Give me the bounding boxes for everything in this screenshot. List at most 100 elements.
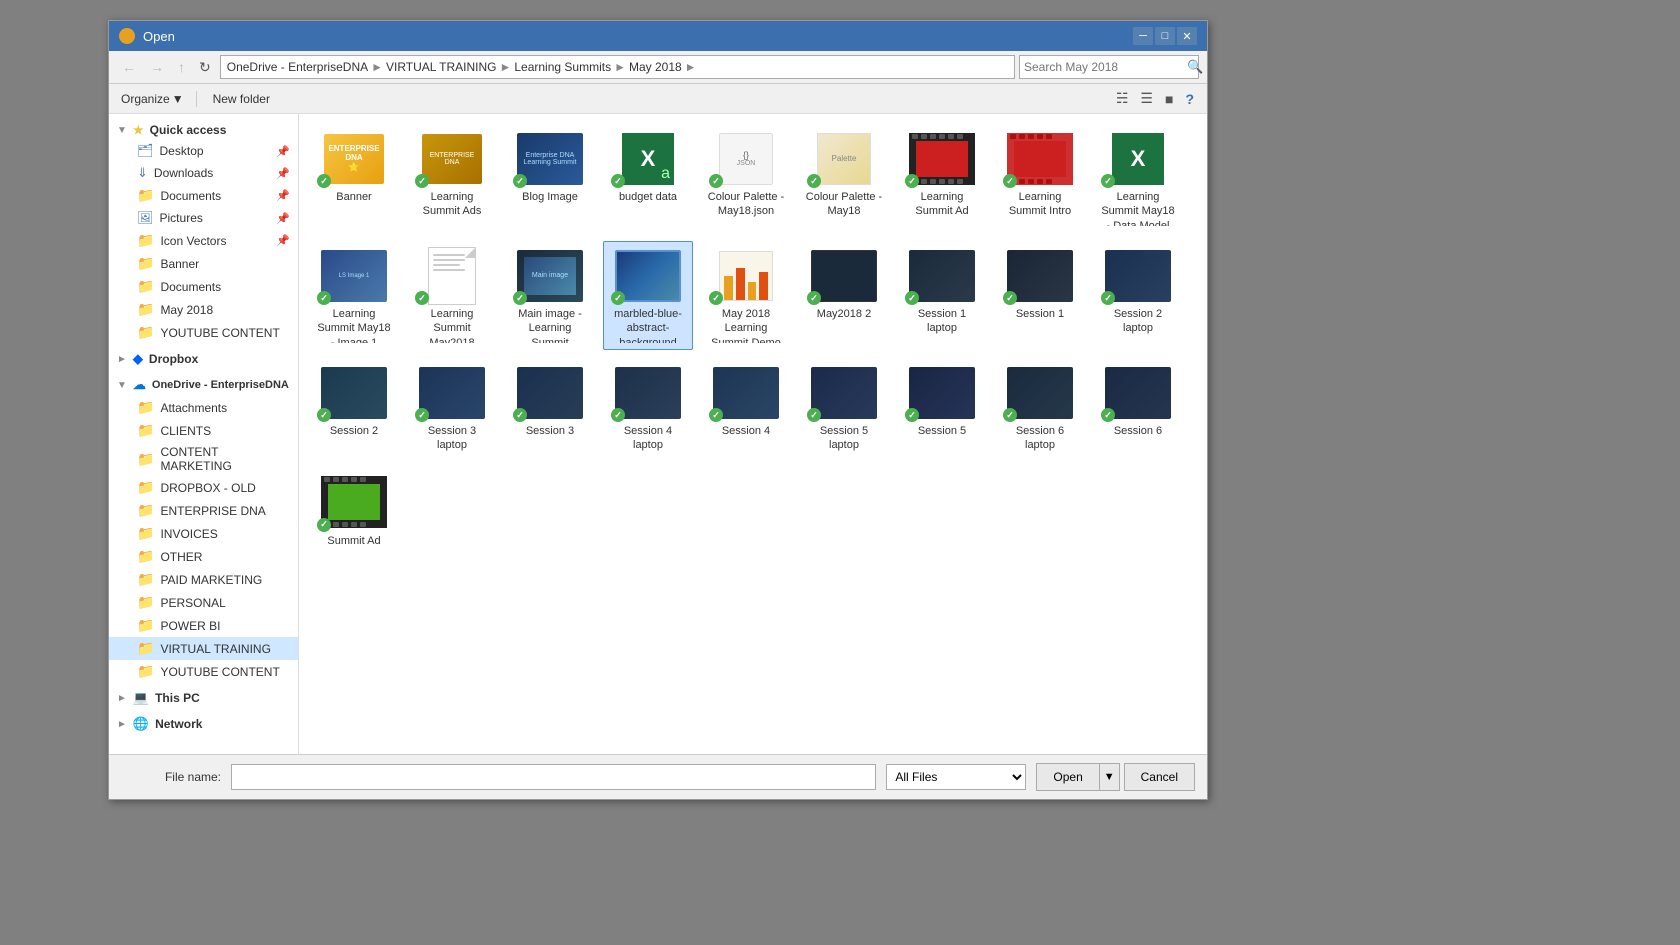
file-item-may2018-demo[interactable]: ✓ May 2018 Learning Summit Demo [701, 241, 791, 350]
help-button[interactable]: ? [1180, 88, 1199, 110]
file-item-session2-laptop[interactable]: ✓ Session 2 laptop [1093, 241, 1183, 350]
sidebar-desktop-label: Desktop [160, 144, 204, 158]
sidebar-item-enterprise-dna[interactable]: 📁 ENTERPRISE DNA [109, 499, 298, 522]
file-item-ls-datamodel[interactable]: X ✓ Learning Summit May18 - Data Model [1093, 124, 1183, 233]
file-item-session4-laptop[interactable]: ✓ Session 4 laptop [603, 358, 693, 460]
sidebar-item-dropbox-old[interactable]: 📁 DROPBOX - OLD [109, 476, 298, 499]
sync-badge-s5l: ✓ [807, 408, 821, 422]
breadcrumb[interactable]: OneDrive - EnterpriseDNA ► VIRTUAL TRAIN… [220, 55, 1015, 79]
sidebar-item-attachments[interactable]: 📁 Attachments [109, 396, 298, 419]
dropbox-header[interactable]: ► ◆ Dropbox [109, 348, 298, 370]
sidebar-item-icon-vectors[interactable]: 📁 Icon Vectors 📌 [109, 229, 298, 252]
sidebar-item-content-marketing[interactable]: 📁 CONTENT MARKETING [109, 442, 298, 476]
file-item-learning-summit-ads[interactable]: ENTERPRISEDNA ✓ Learning Summit Ads [407, 124, 497, 233]
file-item-budget[interactable]: X a ✓ budget data [603, 124, 693, 233]
network-header[interactable]: ► 🌐 Network [109, 713, 298, 735]
file-item-session1-laptop[interactable]: ✓ Session 1 laptop [897, 241, 987, 350]
pin-icon-doc: 📌 [276, 189, 290, 202]
new-folder-button[interactable]: New folder [205, 90, 278, 108]
sidebar-item-power-bi[interactable]: 📁 POWER BI [109, 614, 298, 637]
file-item-session4[interactable]: ✓ Session 4 [701, 358, 791, 460]
onedrive-header[interactable]: ▼ ☁ OneDrive - EnterpriseDNA [109, 374, 298, 396]
view-list-button[interactable]: ☰ [1135, 87, 1158, 110]
file-name-colour-noext: Colour Palette - May18 [804, 190, 884, 219]
sidebar-downloads-label: Downloads [154, 166, 213, 180]
sidebar-item-clients[interactable]: 📁 CLIENTS [109, 419, 298, 442]
clients-folder-icon: 📁 [137, 422, 154, 439]
file-item-ls-intro[interactable]: ✓ Learning Summit Intro [995, 124, 1085, 233]
sidebar-item-banner[interactable]: 📁 Banner [109, 252, 298, 275]
documents2-folder-icon: 📁 [137, 278, 154, 295]
file-item-session6-laptop[interactable]: ✓ Session 6 laptop [995, 358, 1085, 460]
file-item-ls-image1[interactable]: LS Image 1 ✓ Learning Summit May18 - Ima… [309, 241, 399, 350]
file-icon-marbled [615, 250, 681, 302]
file-item-session3[interactable]: ✓ Session 3 [505, 358, 595, 460]
sidebar-item-documents[interactable]: 📁 Documents 📌 [109, 184, 298, 207]
file-thumb-s4l: ✓ [613, 365, 683, 420]
sidebar-virtual-training-label: VIRTUAL TRAINING [160, 642, 270, 656]
sidebar-item-desktop[interactable]: 🗂 Desktop 📌 [109, 140, 298, 162]
file-item-session3-laptop[interactable]: ✓ Session 3 laptop [407, 358, 497, 460]
thispc-label: This PC [155, 691, 200, 705]
fp [342, 477, 348, 482]
file-icon-banner: ENTERPRISEDNA⭐ [324, 134, 384, 184]
sidebar-item-other[interactable]: 📁 OTHER [109, 545, 298, 568]
sidebar-item-virtual-training[interactable]: 📁 VIRTUAL TRAINING [109, 637, 298, 660]
file-item-ls-announce[interactable]: ✓ Learning Summit May2018 Announce... [407, 241, 497, 350]
view-extra-button[interactable]: ☵ [1111, 87, 1134, 110]
banner-folder-icon: 📁 [137, 255, 154, 272]
file-item-ls-ad[interactable]: ✓ Learning Summit Ad [897, 124, 987, 233]
sidebar-iconvec-label: Icon Vectors [160, 234, 226, 248]
sidebar-item-personal[interactable]: 📁 PERSONAL [109, 591, 298, 614]
file-icon-ls-announce [428, 247, 476, 305]
sidebar-item-youtube[interactable]: 📁 YOUTUBE CONTENT [109, 321, 298, 344]
file-icon-budget: X a [622, 133, 674, 185]
paid-marketing-folder-icon: 📁 [137, 571, 154, 588]
maximize-button[interactable]: □ [1155, 27, 1175, 45]
file-item-session6[interactable]: ✓ Session 6 [1093, 358, 1183, 460]
file-item-main-image[interactable]: Main image ✓ Main image - Learning Summi… [505, 241, 595, 350]
sidebar-item-youtube-content[interactable]: 📁 YOUTUBE CONTENT [109, 660, 298, 683]
sidebar-item-documents2[interactable]: 📁 Documents [109, 275, 298, 298]
may2018-folder-icon: 📁 [137, 301, 154, 318]
open-dropdown-button[interactable]: ▼ [1099, 763, 1120, 791]
organize-button[interactable]: Organize ▼ [117, 90, 188, 108]
open-button[interactable]: Open [1036, 763, 1098, 791]
sidebar-item-downloads[interactable]: ⇓ Downloads 📌 [109, 162, 298, 184]
search-input[interactable] [1020, 58, 1183, 76]
file-thumb-s3: ✓ [515, 365, 585, 420]
file-item-session5[interactable]: ✓ Session 5 [897, 358, 987, 460]
filetype-select[interactable]: All Files [886, 764, 1026, 790]
search-icon[interactable]: 🔍 [1183, 59, 1207, 75]
sidebar-item-paid-marketing[interactable]: 📁 PAID MARKETING [109, 568, 298, 591]
quick-access-header[interactable]: ▼ ★ Quick access [109, 120, 298, 140]
file-item-marbled[interactable]: ✓ marbled-blue-abstract-background [603, 241, 693, 350]
file-item-banner[interactable]: ENTERPRISEDNA⭐ ✓ Banner [309, 124, 399, 233]
file-item-blog-image[interactable]: Enterprise DNALearning Summit ✓ Blog Ima… [505, 124, 595, 233]
up-button[interactable]: ↑ [173, 56, 190, 78]
minimize-button[interactable]: ─ [1133, 27, 1153, 45]
file-item-session1[interactable]: ✓ Session 1 [995, 241, 1085, 350]
sidebar-item-invoices[interactable]: 📁 INVOICES [109, 522, 298, 545]
file-item-session5-laptop[interactable]: ✓ Session 5 laptop [799, 358, 889, 460]
file-icon-blog: Enterprise DNALearning Summit [517, 133, 583, 185]
file-item-summit-ad[interactable]: ✓ Summit Ad [309, 468, 399, 555]
file-item-colour-noext[interactable]: Palette ✓ Colour Palette - May18 [799, 124, 889, 233]
cancel-button[interactable]: Cancel [1124, 763, 1195, 791]
dropbox-arrow-icon: ► [117, 354, 127, 365]
view-icon-button[interactable]: ■ [1160, 88, 1178, 110]
dialog-title: Open [143, 29, 175, 44]
file-item-session2[interactable]: ✓ Session 2 [309, 358, 399, 460]
thispc-header[interactable]: ► 💻 This PC [109, 687, 298, 709]
back-button[interactable]: ← [117, 56, 141, 78]
action-buttons: Open ▼ Cancel [1036, 763, 1195, 791]
forward-button[interactable]: → [145, 56, 169, 78]
refresh-button[interactable]: ↻ [194, 56, 216, 79]
file-item-colour-json[interactable]: {} JSON ✓ Colour Palette - May18.json [701, 124, 791, 233]
sidebar-item-pictures[interactable]: 🖼 Pictures 📌 [109, 207, 298, 229]
file-item-may2018-2[interactable]: ✓ May2018 2 [799, 241, 889, 350]
close-button[interactable]: ✕ [1177, 27, 1197, 45]
sidebar-item-may2018[interactable]: 📁 May 2018 [109, 298, 298, 321]
fp [1046, 179, 1052, 184]
filename-input[interactable] [231, 764, 876, 790]
